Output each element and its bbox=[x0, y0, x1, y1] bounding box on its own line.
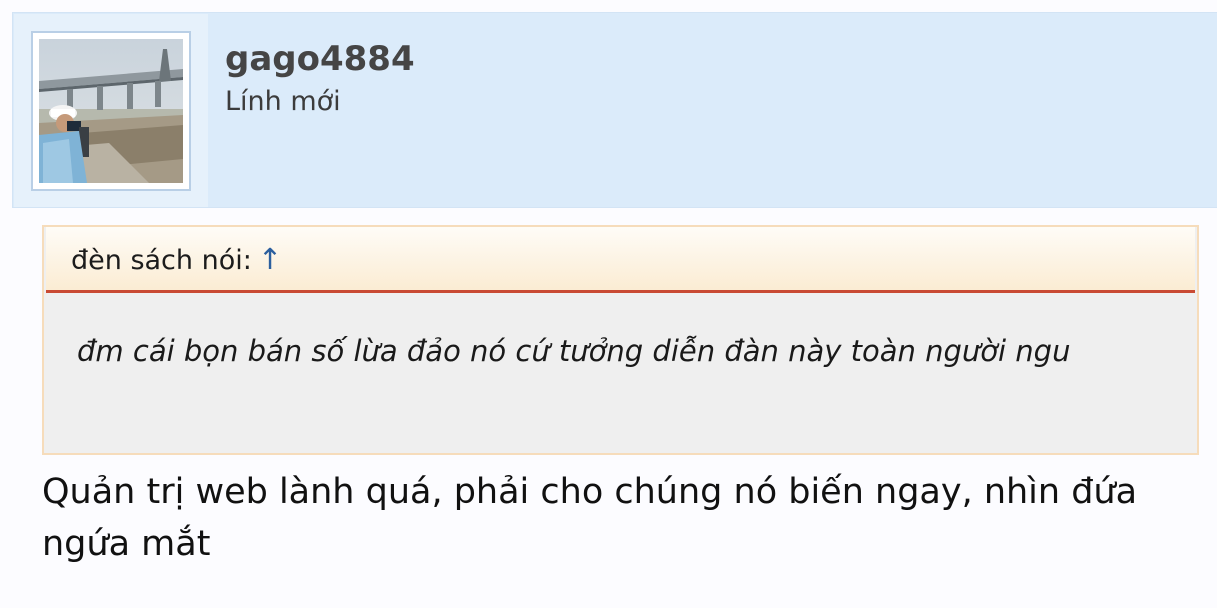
quote-block: đèn sách nói: ↑ đm cái bọn bán số lừa đảo… bbox=[42, 225, 1199, 455]
quote-author-label: đèn sách nói: bbox=[71, 245, 252, 276]
user-rank: Lính mới bbox=[225, 86, 341, 117]
avatar[interactable] bbox=[31, 31, 191, 191]
quote-attribution: đèn sách nói: ↑ bbox=[71, 242, 282, 278]
quote-header: đèn sách nói: ↑ bbox=[46, 227, 1195, 293]
quote-text: đm cái bọn bán số lừa đảo nó cứ tưởng di… bbox=[77, 334, 1071, 368]
quote-jump-arrow-icon[interactable]: ↑ bbox=[258, 242, 282, 276]
username[interactable]: gago4884 bbox=[225, 39, 415, 79]
post-message: Quản trị web lành quá, phải cho chúng nó… bbox=[42, 472, 1138, 564]
avatar-cell bbox=[14, 14, 208, 207]
avatar-photo-icon bbox=[39, 39, 183, 183]
user-info-bar: gago4884 Lính mới bbox=[12, 12, 1217, 208]
